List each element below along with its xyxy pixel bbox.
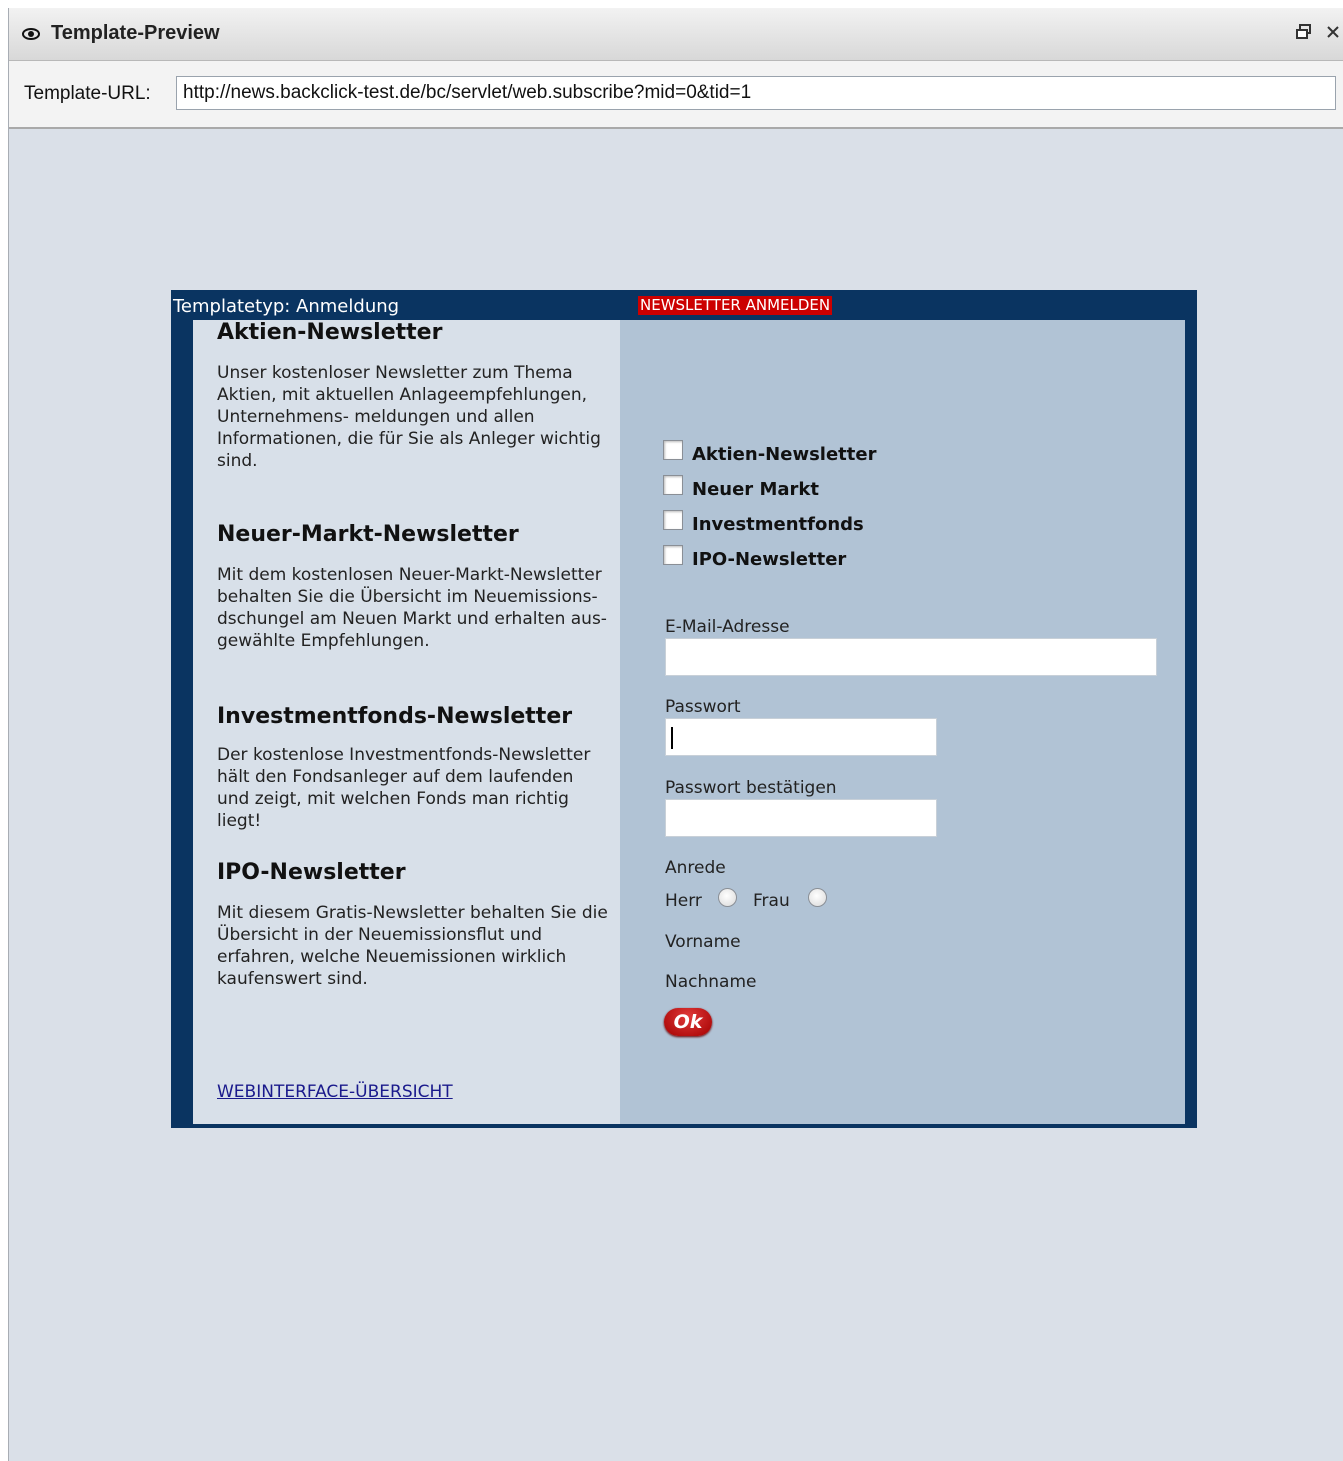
- webinterface-overview-link[interactable]: WEBINTERFACE-ÜBERSICHT: [217, 1082, 453, 1102]
- template-type-label: Templatetyp: Anmeldung: [173, 296, 400, 317]
- newsletter-desc: Der kostenlose Investmentfonds-Newslette…: [217, 745, 591, 831]
- password-label: Passwort: [665, 697, 741, 717]
- password-confirm-label: Passwort bestätigen: [665, 778, 837, 798]
- frau-label: Frau: [753, 891, 790, 911]
- newsletter-desc: Mit diesem Gratis-Newsletter behalten Si…: [217, 903, 608, 989]
- salutation-label: Anrede: [665, 858, 726, 878]
- checkbox[interactable]: [663, 510, 683, 530]
- password-field[interactable]: [665, 718, 937, 756]
- restore-icon[interactable]: [1295, 23, 1313, 46]
- newsletter-desc: Mit dem kostenlosen Neuer-Markt-Newslett…: [217, 565, 607, 651]
- checkbox-label: Aktien-Newsletter: [692, 444, 877, 465]
- newsletter-desc: Unser kostenloser Newsletter zum Thema A…: [217, 363, 601, 471]
- lastname-label: Nachname: [665, 972, 757, 992]
- firstname-label: Vorname: [665, 932, 741, 952]
- herr-label: Herr: [665, 891, 702, 911]
- checkbox-label: Neuer Markt: [692, 479, 819, 500]
- newsletter-title: IPO-Newsletter: [217, 860, 406, 885]
- newsletter-badge: NEWSLETTER ANMELDEN: [638, 296, 833, 315]
- radio-frau[interactable]: [808, 888, 827, 907]
- url-input[interactable]: http://news.backclick-test.de/bc/servlet…: [176, 76, 1336, 110]
- radio-herr[interactable]: [718, 888, 737, 907]
- checkbox-label: IPO-Newsletter: [692, 549, 847, 570]
- preview-frame: Templatetyp: Anmeldung NEWSLETTER ANMELD…: [171, 290, 1197, 1128]
- ok-button[interactable]: Ok: [664, 1008, 712, 1036]
- checkbox[interactable]: [663, 440, 683, 460]
- newsletter-title: Investmentfonds-Newsletter: [217, 704, 573, 729]
- newsletter-descriptions: Aktien-Newsletter Unser kostenloser News…: [193, 320, 620, 1124]
- url-label: Template-URL:: [24, 83, 151, 104]
- url-bar: Template-URL: http://news.backclick-test…: [9, 61, 1343, 129]
- subscription-form: Aktien-Newsletter Neuer Markt Investment…: [620, 320, 1185, 1124]
- template-preview-window: Template-Preview Template-URL: http://ne…: [8, 8, 1343, 1461]
- newsletter-title: Neuer-Markt-Newsletter: [217, 522, 519, 547]
- text-cursor: [671, 727, 673, 749]
- email-label: E-Mail-Adresse: [665, 617, 790, 637]
- checkbox[interactable]: [663, 475, 683, 495]
- eye-icon: [21, 24, 41, 49]
- newsletter-title: Aktien-Newsletter: [217, 320, 443, 345]
- window-title: Template-Preview: [51, 22, 220, 44]
- checkbox[interactable]: [663, 545, 683, 565]
- email-field[interactable]: [665, 638, 1157, 676]
- close-icon[interactable]: [1326, 23, 1340, 46]
- checkbox-label: Investmentfonds: [692, 514, 864, 535]
- password-confirm-field[interactable]: [665, 799, 937, 837]
- title-bar: Template-Preview: [9, 8, 1343, 61]
